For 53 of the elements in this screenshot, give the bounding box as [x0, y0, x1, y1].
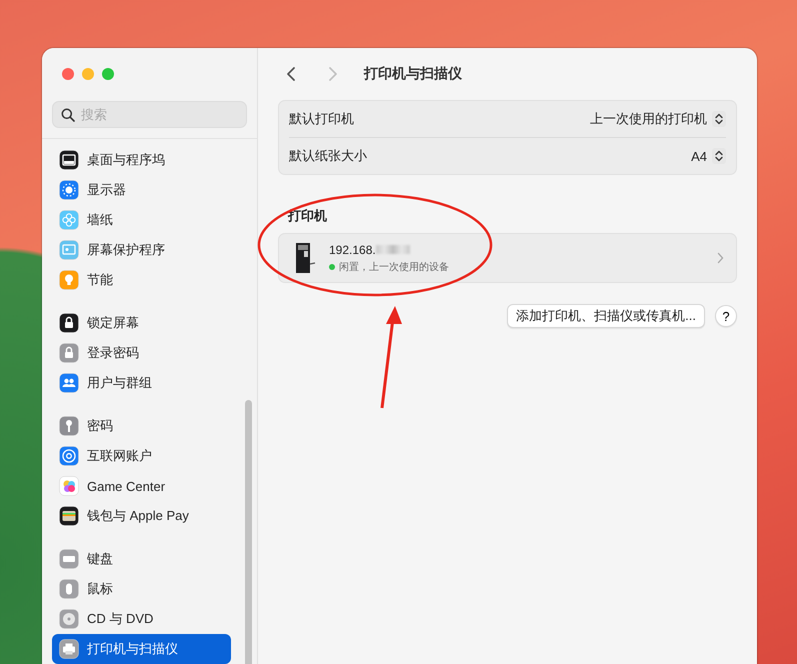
minimize-button[interactable]: [82, 68, 94, 80]
sidebar-item[interactable]: 用户与群组: [52, 368, 231, 398]
key-icon: [59, 416, 79, 436]
chevron-right-icon: [328, 66, 338, 82]
printer-row[interactable]: 192.168. 闲置，上一次使用的设备: [278, 233, 737, 283]
sidebar-item[interactable]: 墙纸: [52, 205, 231, 235]
page-title: 打印机与扫描仪: [364, 65, 462, 83]
bulb-icon: [59, 270, 79, 290]
printer-icon: [295, 242, 317, 274]
wallet-icon: [59, 506, 79, 526]
flower-icon: [59, 210, 79, 230]
sidebar-item[interactable]: CD 与 DVD: [52, 604, 231, 634]
close-button[interactable]: [62, 68, 74, 80]
dock-icon: [59, 150, 79, 170]
up-down-chevron-icon: [712, 148, 726, 164]
printer-status: 闲置，上一次使用的设备: [339, 260, 449, 274]
sidebar-item[interactable]: 显示器: [52, 175, 231, 205]
sidebar-item[interactable]: 桌面与程序坞: [52, 145, 231, 175]
bubbles-icon: [59, 476, 79, 496]
sidebar-item[interactable]: 互联网账户: [52, 441, 231, 471]
popup-menu[interactable]: 上一次使用的打印机: [590, 110, 726, 128]
mouse-icon: [59, 579, 79, 599]
scrollbar[interactable]: [245, 400, 252, 664]
keyboard-icon: [59, 549, 79, 569]
sidebar-item[interactable]: 登录密码: [52, 338, 231, 368]
popup-menu[interactable]: A4: [691, 148, 726, 164]
chevron-left-icon: [286, 66, 296, 82]
sidebar-item[interactable]: 锁定屏幕: [52, 308, 231, 338]
zoom-button[interactable]: [102, 68, 114, 80]
sidebar-item[interactable]: 钱包与 Apple Pay: [52, 501, 231, 531]
setting-label: 默认打印机: [289, 110, 354, 128]
help-button[interactable]: ?: [715, 305, 737, 327]
lock-icon: [59, 313, 79, 333]
sidebar-item[interactable]: 密码: [52, 411, 231, 441]
sidebar-item[interactable]: 鼠标: [52, 574, 231, 604]
sidebar-item[interactable]: 屏幕保护程序: [52, 235, 231, 265]
up-down-chevron-icon: [712, 111, 726, 127]
add-printer-button[interactable]: 添加打印机、扫描仪或传真机...: [507, 304, 705, 328]
lock-icon: [59, 343, 79, 363]
search-field[interactable]: 搜索: [52, 101, 247, 128]
printer-name: 192.168.: [329, 242, 376, 256]
screen-icon: [59, 240, 79, 260]
sun-icon: [59, 180, 79, 200]
chevron-right-icon: [717, 252, 724, 264]
sidebar-item[interactable]: Game Center: [52, 471, 231, 501]
setting-label: 默认纸张大小: [289, 147, 367, 165]
sidebar-item[interactable]: 打印机与扫描仪: [52, 634, 231, 664]
printer-icon: [59, 639, 79, 659]
status-dot-icon: [329, 264, 335, 270]
sidebar-item[interactable]: 键盘: [52, 544, 231, 574]
search-icon: [61, 108, 75, 122]
users-icon: [59, 373, 79, 393]
sidebar-item[interactable]: 节能: [52, 265, 231, 295]
